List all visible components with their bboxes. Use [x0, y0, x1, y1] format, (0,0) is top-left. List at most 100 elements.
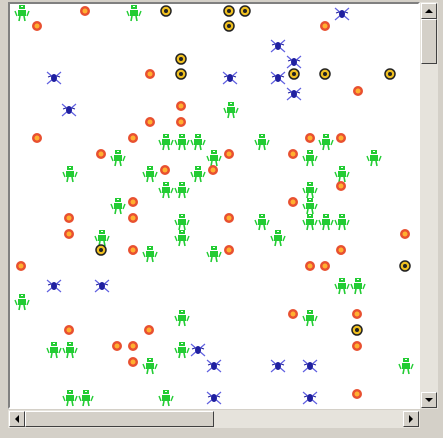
- gold-target-icon: [288, 68, 300, 80]
- scrollbar-corner: [420, 410, 438, 428]
- blue-bug-icon: [270, 39, 286, 53]
- blue-bug-icon: [190, 343, 206, 357]
- green-robot-icon: [142, 246, 158, 263]
- blue-bug-icon: [302, 359, 318, 373]
- gold-target-icon: [223, 20, 235, 32]
- orange-coin-icon: [64, 229, 74, 239]
- green-robot-icon: [62, 166, 78, 183]
- green-robot-icon: [302, 214, 318, 231]
- scroll-right-button[interactable]: [403, 411, 419, 427]
- green-robot-icon: [158, 134, 174, 151]
- horizontal-scrollbar[interactable]: [8, 410, 420, 428]
- green-robot-icon: [78, 390, 94, 407]
- green-robot-icon: [14, 5, 30, 22]
- gold-target-icon: [384, 68, 396, 80]
- green-robot-icon: [334, 166, 350, 183]
- green-robot-icon: [126, 5, 142, 22]
- orange-coin-icon: [352, 341, 362, 351]
- orange-coin-icon: [144, 325, 154, 335]
- green-robot-icon: [14, 294, 30, 311]
- orange-coin-icon: [336, 133, 346, 143]
- blue-bug-icon: [270, 359, 286, 373]
- blue-bug-icon: [302, 391, 318, 405]
- orange-coin-icon: [320, 21, 330, 31]
- green-robot-icon: [110, 198, 126, 215]
- green-robot-icon: [142, 358, 158, 375]
- green-robot-icon: [94, 230, 110, 247]
- blue-bug-icon: [206, 391, 222, 405]
- orange-coin-icon: [352, 389, 362, 399]
- scroll-up-button[interactable]: [421, 3, 437, 19]
- blue-bug-icon: [46, 71, 62, 85]
- orange-coin-icon: [208, 165, 218, 175]
- green-robot-icon: [302, 310, 318, 327]
- green-robot-icon: [62, 342, 78, 359]
- scroll-down-button[interactable]: [421, 392, 437, 408]
- orange-coin-icon: [400, 229, 410, 239]
- gold-target-icon: [239, 5, 251, 17]
- blue-bug-icon: [222, 71, 238, 85]
- gold-target-icon: [399, 260, 411, 272]
- green-robot-icon: [398, 358, 414, 375]
- green-robot-icon: [190, 134, 206, 151]
- orange-coin-icon: [64, 213, 74, 223]
- orange-coin-icon: [336, 245, 346, 255]
- orange-coin-icon: [32, 133, 42, 143]
- arrow-left-icon: [15, 415, 19, 423]
- green-robot-icon: [302, 198, 318, 215]
- green-robot-icon: [174, 214, 190, 231]
- orange-coin-icon: [128, 341, 138, 351]
- green-robot-icon: [174, 342, 190, 359]
- orange-coin-icon: [320, 261, 330, 271]
- orange-coin-icon: [145, 117, 155, 127]
- horizontal-scroll-thumb[interactable]: [25, 411, 214, 427]
- green-robot-icon: [110, 150, 126, 167]
- green-robot-icon: [334, 278, 350, 295]
- green-robot-icon: [206, 150, 222, 167]
- green-robot-icon: [174, 182, 190, 199]
- blue-bug-icon: [206, 359, 222, 373]
- gold-target-icon: [95, 244, 107, 256]
- green-robot-icon: [158, 182, 174, 199]
- green-robot-icon: [62, 390, 78, 407]
- vertical-scrollbar[interactable]: [420, 2, 438, 409]
- gold-target-icon: [351, 324, 363, 336]
- vertical-scroll-thumb[interactable]: [421, 19, 437, 64]
- orange-coin-icon: [145, 69, 155, 79]
- orange-coin-icon: [32, 21, 42, 31]
- orange-coin-icon: [128, 197, 138, 207]
- orange-coin-icon: [224, 149, 234, 159]
- orange-coin-icon: [352, 309, 362, 319]
- scroll-left-button[interactable]: [9, 411, 25, 427]
- green-robot-icon: [174, 134, 190, 151]
- green-robot-icon: [190, 166, 206, 183]
- orange-coin-icon: [128, 213, 138, 223]
- gold-target-icon: [175, 68, 187, 80]
- arrow-up-icon: [425, 9, 433, 13]
- blue-bug-icon: [270, 71, 286, 85]
- arrow-down-icon: [425, 398, 433, 402]
- green-robot-icon: [206, 246, 222, 263]
- orange-coin-icon: [305, 261, 315, 271]
- green-robot-icon: [254, 214, 270, 231]
- orange-coin-icon: [64, 325, 74, 335]
- gold-target-icon: [175, 53, 187, 65]
- green-robot-icon: [174, 230, 190, 247]
- green-robot-icon: [270, 230, 286, 247]
- orange-coin-icon: [288, 149, 298, 159]
- orange-coin-icon: [112, 341, 122, 351]
- blue-bug-icon: [286, 87, 302, 101]
- orange-coin-icon: [224, 245, 234, 255]
- orange-coin-icon: [128, 357, 138, 367]
- game-board[interactable]: [10, 4, 418, 407]
- orange-coin-icon: [353, 86, 363, 96]
- orange-coin-icon: [176, 101, 186, 111]
- blue-bug-icon: [286, 55, 302, 69]
- arrow-right-icon: [409, 415, 413, 423]
- green-robot-icon: [366, 150, 382, 167]
- green-robot-icon: [254, 134, 270, 151]
- gold-target-icon: [160, 5, 172, 17]
- green-robot-icon: [318, 134, 334, 151]
- green-robot-icon: [350, 278, 366, 295]
- gold-target-icon: [223, 5, 235, 17]
